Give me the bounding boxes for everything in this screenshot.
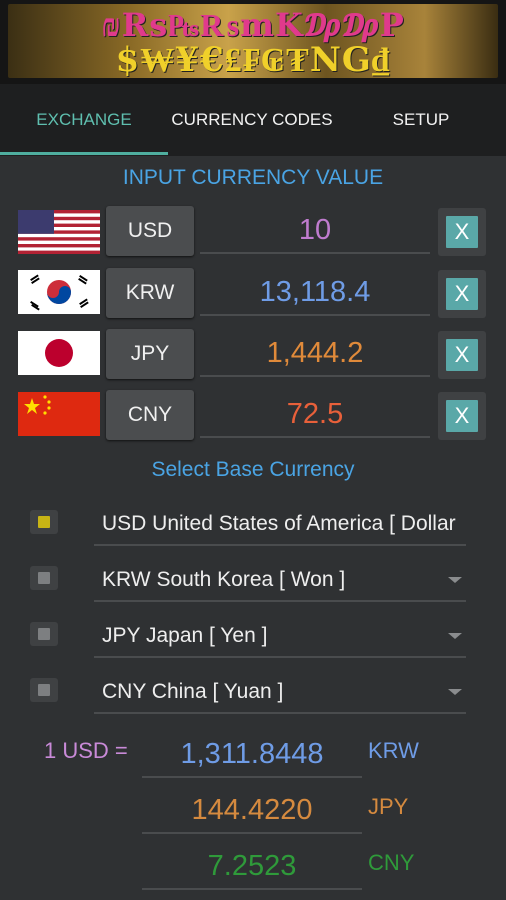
currency-symbols-banner-image: ₪Rs₧₨mK₯₯P $₩¥€₤₣₢₮NG₫ [8, 4, 498, 78]
usd-value-input[interactable]: 10 [200, 206, 430, 254]
krw-code-button[interactable]: KRW [106, 268, 194, 318]
base-jpy-label: JPY Japan [ Yen ] [102, 624, 268, 647]
krw-clear-button[interactable]: X [438, 270, 486, 318]
usd-clear-button[interactable]: X [438, 208, 486, 256]
tab-exchange[interactable]: EXCHANGE [0, 84, 168, 156]
rate-krw-value: 1,311.8448 [142, 730, 362, 778]
tab-currency-codes[interactable]: CURRENCY CODES [168, 84, 336, 156]
clear-x-icon: X [446, 400, 478, 432]
clear-x-icon: X [446, 278, 478, 310]
cny-code-button[interactable]: CNY [106, 390, 194, 440]
base-jpy-radio[interactable] [30, 622, 58, 646]
rate-krw-code: KRW [368, 738, 419, 763]
us-flag-icon [18, 210, 100, 254]
jpy-clear-button[interactable]: X [438, 331, 486, 379]
input-section-title: INPUT CURRENCY VALUE [122, 166, 384, 189]
jpy-code-button[interactable]: JPY [106, 329, 194, 379]
krw-value-input[interactable]: 13,118.4 [200, 268, 430, 316]
active-tab-indicator [0, 152, 168, 155]
radio-indicator [38, 628, 50, 640]
base-usd-label: USD United States of America [ Dollar ] [102, 512, 456, 535]
radio-indicator [38, 572, 50, 584]
jp-flag-icon [18, 331, 100, 375]
base-krw-select[interactable]: KRW South Korea [ Won ] [94, 560, 466, 602]
banner: ₪Rs₧₨mK₯₯P $₩¥€₤₣₢₮NG₫ [0, 0, 506, 84]
cn-flag-icon [18, 392, 100, 436]
chevron-down-icon [448, 633, 462, 639]
cny-value-input[interactable]: 72.5 [200, 390, 430, 438]
base-jpy-select[interactable]: JPY Japan [ Yen ] [94, 616, 466, 658]
tab-bar: EXCHANGE CURRENCY CODES SETUP [0, 84, 506, 156]
banner-symbols-line-2: $₩¥€₤₣₢₮NG₫ [115, 40, 391, 78]
base-cny-select[interactable]: CNY China [ Yuan ] [94, 672, 466, 714]
base-section-title: Select Base Currency [151, 458, 355, 481]
usd-code-button[interactable]: USD [106, 206, 194, 256]
tab-setup[interactable]: SETUP [336, 84, 506, 156]
rate-cny-code: CNY [368, 850, 415, 875]
cny-clear-button[interactable]: X [438, 392, 486, 440]
base-usd-radio[interactable] [30, 510, 58, 534]
clear-x-icon: X [446, 339, 478, 371]
radio-indicator [38, 516, 50, 528]
radio-indicator [38, 684, 50, 696]
kr-flag-icon [18, 270, 100, 314]
chevron-down-icon [448, 577, 462, 583]
base-cny-radio[interactable] [30, 678, 58, 702]
banner-symbols-line-1: ₪Rs₧₨mK₯₯P [101, 6, 405, 44]
base-usd-select[interactable]: USD United States of America [ Dollar ] [94, 504, 466, 546]
rate-prefix-label: 1 USD = [44, 738, 128, 763]
rate-jpy-code: JPY [368, 794, 409, 819]
rate-jpy-value: 144.4220 [142, 786, 362, 834]
base-krw-label: KRW South Korea [ Won ] [102, 568, 346, 591]
rate-cny-value: 7.2523 [142, 842, 362, 890]
base-krw-radio[interactable] [30, 566, 58, 590]
chevron-down-icon [448, 689, 462, 695]
jpy-value-input[interactable]: 1,444.2 [200, 329, 430, 377]
base-cny-label: CNY China [ Yuan ] [102, 680, 284, 703]
clear-x-icon: X [446, 216, 478, 248]
